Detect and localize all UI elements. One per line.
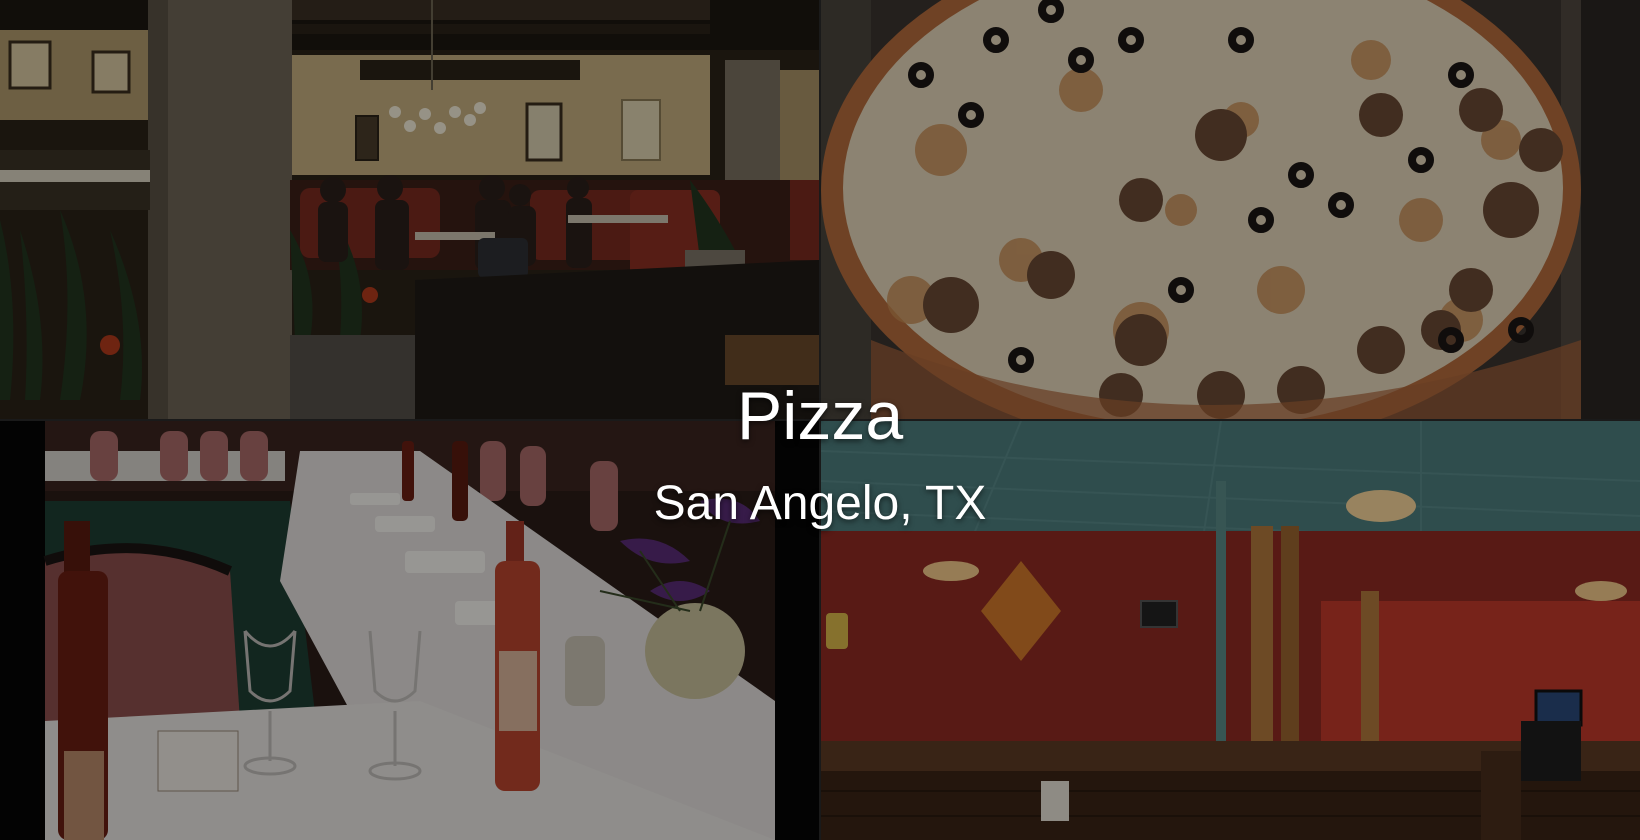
sports-bar-photo [821, 421, 1640, 840]
photo-collage: Pizza San Angelo, TX [0, 0, 1640, 840]
dining-room-illustration [0, 0, 819, 419]
banquet-table-illustration [0, 421, 819, 840]
banquet-table-photo [0, 421, 819, 840]
sports-bar-illustration [821, 421, 1640, 840]
pizza-illustration [821, 0, 1640, 419]
pizza-photo [821, 0, 1640, 419]
collage-divider-horizontal [0, 419, 1640, 421]
dining-room-photo [0, 0, 819, 419]
